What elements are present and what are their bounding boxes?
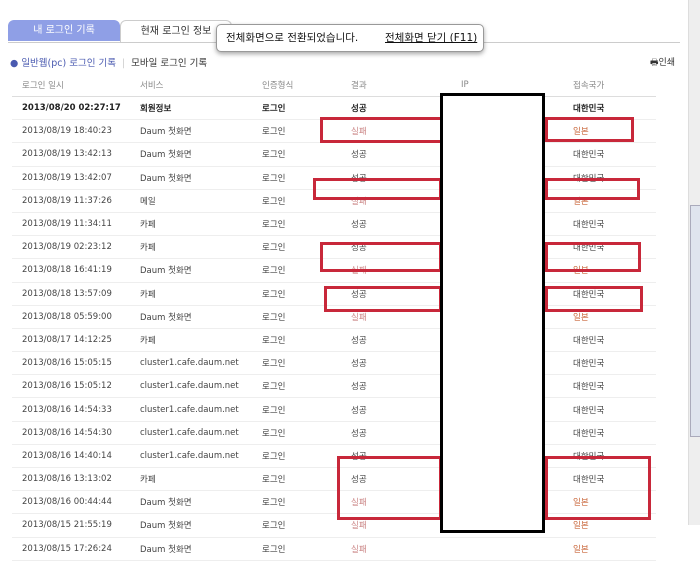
- table-header: 로그인 일시 서비스 인증형식 결과 IP 접속국가: [12, 74, 656, 97]
- login-time-cell: 2013/08/19 11:34:11: [12, 212, 139, 237]
- service-cell: 카페: [139, 467, 261, 492]
- highlight-box: [545, 178, 640, 200]
- login-time-cell: 2013/08/16 13:13:02: [12, 467, 139, 492]
- login-time-cell: 2013/08/16 14:54:30: [12, 421, 139, 445]
- print-label: 인쇄: [658, 58, 676, 68]
- country-cell: 대한민국: [572, 421, 656, 445]
- printer-icon: 🖶: [650, 58, 659, 68]
- auth-type-cell: 로그인: [261, 328, 350, 353]
- service-cell: Daum 첫화면: [139, 490, 261, 515]
- login-time-cell: 2013/08/18 05:59:00: [12, 305, 139, 329]
- scrollbar-thumb[interactable]: [690, 205, 700, 437]
- result-cell: 실패: [350, 537, 460, 561]
- column-header: 서비스: [139, 74, 261, 97]
- exit-fullscreen-link[interactable]: 전체화면 닫기 (F11): [385, 25, 477, 51]
- service-cell: 카페: [139, 212, 261, 237]
- login-time-cell: 2013/08/19 18:40:23: [12, 119, 139, 144]
- highlight-box: [320, 242, 442, 272]
- login-time-cell: 2013/08/18 13:57:09: [12, 282, 139, 306]
- scrollbar[interactable]: [688, 0, 700, 525]
- table-row: 2013/08/19 13:42:13 Daum 첫화면 로그인 성공 대한민국: [12, 142, 656, 167]
- login-time-cell: 2013/08/20 02:27:17: [12, 96, 139, 121]
- country-cell: 일본: [572, 537, 656, 561]
- table-row: 2013/08/16 15:05:12 cluster1.cafe.daum.ne…: [12, 374, 656, 399]
- login-time-cell: 2013/08/19 11:37:26: [12, 189, 139, 213]
- table-row: 2013/08/16 14:54:30 cluster1.cafe.daum.ne…: [12, 421, 656, 445]
- highlight-box: [337, 456, 442, 520]
- divider: |: [121, 58, 126, 69]
- service-cell: cluster1.cafe.daum.net: [139, 444, 261, 469]
- login-time-cell: 2013/08/15 21:55:19: [12, 513, 139, 538]
- service-cell: Daum 첫화면: [139, 166, 261, 190]
- highlight-box: [320, 117, 446, 143]
- ip-redaction-box: [440, 93, 545, 533]
- country-cell: 대한민국: [572, 374, 656, 399]
- service-cell: 카페: [139, 282, 261, 306]
- auth-type-cell: 로그인: [261, 142, 350, 167]
- table-row: 2013/08/16 14:54:33 cluster1.cafe.daum.ne…: [12, 397, 656, 422]
- service-cell: Daum 첫화면: [139, 119, 261, 144]
- table-row: 2013/08/15 17:26:24 Daum 첫화면 로그인 실패 일본: [12, 537, 656, 561]
- service-cell: cluster1.cafe.daum.net: [139, 397, 261, 422]
- auth-type-cell: 로그인: [261, 537, 350, 561]
- subtab-bar: ● 일반웹(pc) 로그인 기록 | 모바일 로그인 기록: [10, 55, 207, 69]
- highlight-box: [545, 456, 651, 520]
- column-header: 로그인 일시: [12, 74, 139, 97]
- highlight-box: [313, 178, 442, 200]
- subtab-mobile[interactable]: 모바일 로그인 기록: [131, 58, 207, 69]
- table-row: 2013/08/17 14:12:25 카페 로그인 성공 대한민국: [12, 328, 656, 353]
- column-header: 인증형식: [261, 74, 350, 97]
- country-cell: 대한민국: [572, 212, 656, 237]
- fullscreen-notice: 전체화면으로 전환되었습니다. 전체화면 닫기 (F11): [216, 24, 484, 52]
- auth-type-cell: 로그인: [261, 397, 350, 422]
- country-cell: 대한민국: [572, 397, 656, 422]
- auth-type-cell: 로그인: [261, 374, 350, 399]
- login-time-cell: 2013/08/15 17:26:24: [12, 537, 139, 561]
- login-time-cell: 2013/08/16 15:05:15: [12, 351, 139, 376]
- auth-type-cell: 로그인: [261, 351, 350, 376]
- ip-cell: [460, 537, 572, 561]
- login-time-cell: 2013/08/16 14:54:33: [12, 397, 139, 422]
- auth-type-cell: 로그인: [261, 212, 350, 237]
- service-cell: cluster1.cafe.daum.net: [139, 351, 261, 376]
- service-cell: 메일: [139, 189, 261, 213]
- service-cell: Daum 첫화면: [139, 258, 261, 283]
- highlight-box: [545, 286, 643, 312]
- table-row: 2013/08/19 11:34:11 카페 로그인 성공 대한민국: [12, 212, 656, 237]
- subtab-pc[interactable]: ● 일반웹(pc) 로그인 기록: [10, 58, 116, 69]
- service-cell: 회원정보: [139, 96, 261, 121]
- login-time-cell: 2013/08/19 13:42:13: [12, 142, 139, 167]
- highlight-box: [324, 286, 442, 312]
- login-time-cell: 2013/08/19 02:23:12: [12, 235, 139, 260]
- country-cell: 대한민국: [572, 351, 656, 376]
- login-time-cell: 2013/08/18 16:41:19: [12, 258, 139, 283]
- print-button[interactable]: 🖶인쇄: [650, 55, 675, 71]
- tab-my-login-history[interactable]: 내 로그인 기록: [8, 20, 120, 41]
- service-cell: cluster1.cafe.daum.net: [139, 421, 261, 445]
- auth-type-cell: 로그인: [261, 421, 350, 445]
- service-cell: Daum 첫화면: [139, 537, 261, 561]
- highlight-box: [545, 242, 641, 272]
- service-cell: Daum 첫화면: [139, 513, 261, 538]
- login-time-cell: 2013/08/16 14:40:14: [12, 444, 139, 469]
- login-time-cell: 2013/08/19 13:42:07: [12, 166, 139, 190]
- login-time-cell: 2013/08/16 00:44:44: [12, 490, 139, 515]
- service-cell: Daum 첫화면: [139, 305, 261, 329]
- fullscreen-message: 전체화면으로 전환되었습니다.: [226, 32, 359, 44]
- country-cell: 대한민국: [572, 142, 656, 167]
- login-time-cell: 2013/08/17 14:12:25: [12, 328, 139, 353]
- service-cell: 카페: [139, 328, 261, 353]
- highlight-box: [545, 117, 634, 142]
- country-cell: 대한민국: [572, 328, 656, 353]
- service-cell: Daum 첫화면: [139, 142, 261, 167]
- subtab-pc-label: 일반웹(pc) 로그인 기록: [21, 58, 116, 69]
- column-header: 접속국가: [572, 74, 656, 97]
- service-cell: cluster1.cafe.daum.net: [139, 374, 261, 399]
- service-cell: 카페: [139, 235, 261, 260]
- table-row: 2013/08/16 15:05:15 cluster1.cafe.daum.ne…: [12, 351, 656, 376]
- login-time-cell: 2013/08/16 15:05:12: [12, 374, 139, 399]
